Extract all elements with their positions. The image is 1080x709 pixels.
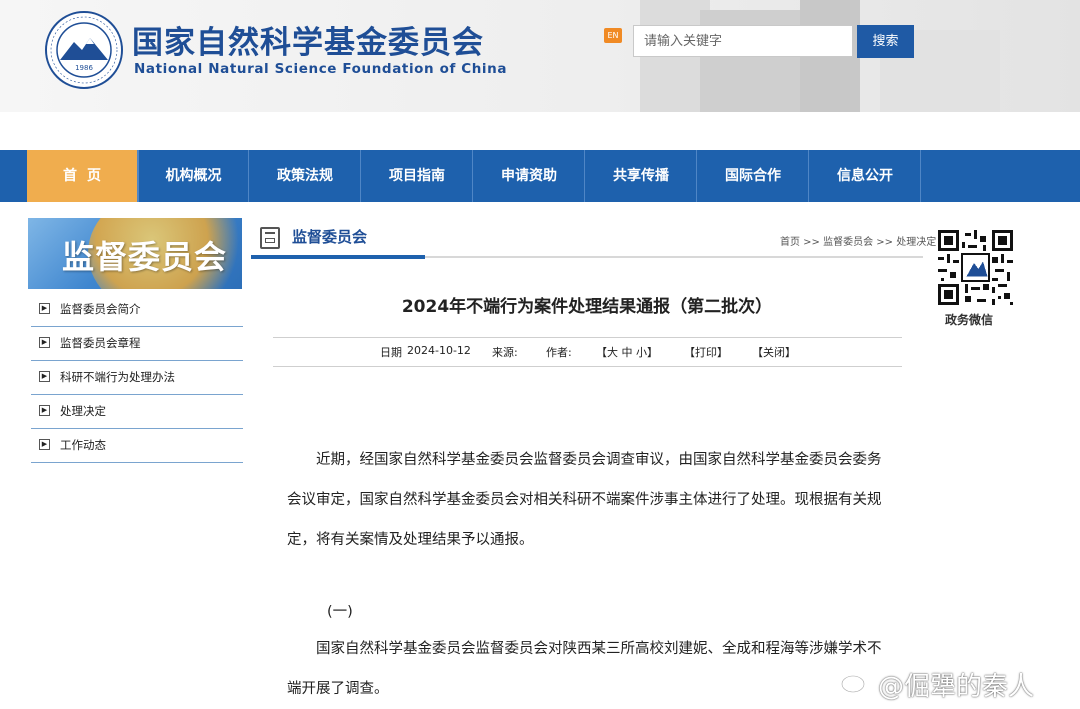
nsfc-logo[interactable]: 1986 [44, 10, 124, 90]
source-label: 来源: [492, 346, 518, 359]
nav-item-apply[interactable]: 申请资助 [474, 150, 585, 202]
site-title-en: National Natural Science Foundation of C… [134, 61, 508, 77]
print-link[interactable]: 【打印】 [684, 344, 728, 360]
sidebar-item-label: 监督委员会章程 [60, 336, 141, 350]
document-icon [260, 227, 280, 249]
nav-item-guide[interactable]: 项目指南 [362, 150, 473, 202]
qr-code-icon [938, 230, 1013, 305]
sidebar-item-news[interactable]: ▶ 工作动态 [31, 429, 243, 463]
nav-item-disclosure[interactable]: 信息公开 [810, 150, 921, 202]
sidebar-item-label: 处理决定 [60, 404, 106, 418]
sidebar-banner-title: 监督委员会 [62, 238, 228, 276]
qr-label: 政务微信 [945, 313, 994, 327]
section-title: 监督委员会 [292, 228, 368, 246]
site-title-cn[interactable]: 国家自然科学基金委员会 [132, 17, 484, 62]
article-date: 2024-10-12 [407, 344, 471, 357]
sidebar-menu: ▶ 监督委员会简介 ▶ 监督委员会章程 ▶ 科研不端行为处理办法 ▶ 处理决定 … [31, 293, 243, 463]
nav-item-home[interactable]: 首页 [27, 150, 138, 202]
nav-item-international[interactable]: 国际合作 [698, 150, 809, 202]
font-size-control[interactable]: 【大 中 小】 [596, 344, 658, 360]
arrow-right-icon: ▶ [39, 439, 50, 450]
section-divider-accent [251, 255, 425, 259]
english-version-link[interactable]: EN [604, 28, 622, 43]
arrow-right-icon: ▶ [39, 337, 50, 348]
article-paragraph: 近期，经国家自然科学基金委员会监督委员会调查审议，由国家自然科学基金委员会委务会… [287, 452, 882, 548]
sidebar-banner: 监督委员会 [28, 218, 242, 289]
search-button[interactable]: 搜索 [857, 25, 914, 58]
sidebar-item-label: 工作动态 [60, 438, 106, 452]
watermark-text: @倔犟的秦人 [878, 672, 1035, 702]
date-label: 日期 [380, 346, 402, 359]
arrow-right-icon: ▶ [39, 371, 50, 382]
article-paragraph: 国家自然科学基金委员会监督委员会对陕西某三所高校刘建妮、全成和程海等涉嫌学术不端… [287, 641, 882, 697]
nav-item-policy[interactable]: 政策法规 [250, 150, 361, 202]
article-meta-bar: 日期 2024-10-12 来源: 作者: 【大 中 小】 【打印】 【关闭】 [273, 337, 902, 367]
sidebar-item-charter[interactable]: ▶ 监督委员会章程 [31, 327, 243, 361]
article-section-heading: (一) [327, 604, 353, 620]
nav-item-about[interactable]: 机构概况 [138, 150, 249, 202]
close-link[interactable]: 【关闭】 [752, 344, 796, 360]
sidebar-item-misconduct-rules[interactable]: ▶ 科研不端行为处理办法 [31, 361, 243, 395]
search-input[interactable] [633, 25, 853, 57]
sidebar-item-label: 监督委员会简介 [60, 302, 141, 316]
arrow-right-icon: ▶ [39, 405, 50, 416]
main-nav: 首页 机构概况 政策法规 项目指南 申请资助 共享传播 国际合作 信息公开 [0, 150, 1080, 202]
article-title: 2024年不端行为案件处理结果通报（第二批次） [401, 297, 773, 317]
sidebar-item-intro[interactable]: ▶ 监督委员会简介 [31, 293, 243, 327]
sidebar-item-label: 科研不端行为处理办法 [60, 370, 175, 384]
weibo-icon [841, 672, 869, 693]
author-label: 作者: [546, 346, 572, 359]
arrow-right-icon: ▶ [39, 303, 50, 314]
logo-year: 1986 [75, 64, 93, 72]
nav-item-share[interactable]: 共享传播 [586, 150, 697, 202]
sidebar-item-decisions[interactable]: ▶ 处理决定 [31, 395, 243, 429]
breadcrumb[interactable]: 首页 >> 监督委员会 >> 处理决定 [780, 233, 936, 248]
site-header: 1986 国家自然科学基金委员会 National Natural Scienc… [0, 0, 1080, 112]
